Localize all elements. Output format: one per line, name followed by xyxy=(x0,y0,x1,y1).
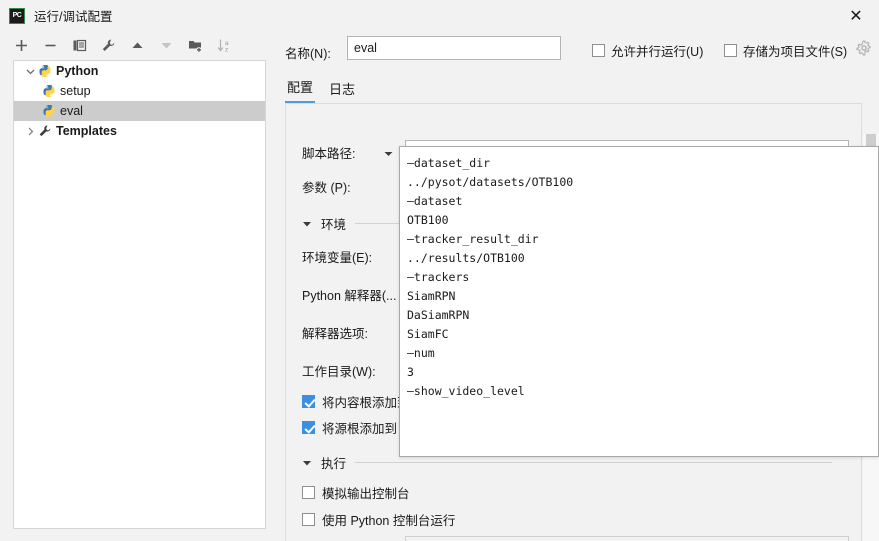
run-with-python-console-label: 使用 Python 控制台运行 xyxy=(322,514,456,528)
working-directory-label: 工作目录(W): xyxy=(302,365,376,379)
svg-text:z: z xyxy=(225,47,228,54)
parameters-label: 参数 (P): xyxy=(302,181,351,195)
edit-templates-wrench-icon[interactable] xyxy=(100,37,117,54)
pycharm-icon: PC xyxy=(9,7,25,24)
python-icon xyxy=(39,65,51,77)
tree-node-python[interactable]: Python xyxy=(14,61,265,81)
script-path-label: 脚本路径: xyxy=(302,147,356,161)
popup-line[interactable]: —num xyxy=(407,344,878,363)
configurations-toolbar: a z xyxy=(0,31,279,60)
tree-node-label: Python xyxy=(56,64,99,78)
popup-line[interactable]: —trackers xyxy=(407,268,878,287)
interpreter-options-label: 解释器选项: xyxy=(302,327,368,341)
popup-line[interactable]: OTB100 xyxy=(407,211,878,230)
run-with-python-console-checkbox[interactable]: 使用 Python 控制台运行 xyxy=(302,510,455,529)
pycharm-icon-text: PC xyxy=(12,12,22,19)
popup-line[interactable]: —dataset xyxy=(407,192,878,211)
allow-parallel-run-label: 允许并行运行(U) xyxy=(611,45,704,59)
popup-line[interactable]: 3 xyxy=(407,363,878,382)
close-icon[interactable]: ✕ xyxy=(833,0,879,31)
tab-logs[interactable]: 日志 xyxy=(327,79,357,103)
sort-configurations-button[interactable]: a z xyxy=(216,37,233,54)
collapse-triangle-icon[interactable] xyxy=(302,458,312,468)
popup-line[interactable]: —dataset_dir xyxy=(407,154,878,173)
environment-section-label: 环境 xyxy=(321,218,347,232)
add-configuration-button[interactable] xyxy=(13,37,30,54)
store-as-project-file-checkbox[interactable]: 存储为项目文件(S) xyxy=(724,41,847,60)
add-content-roots-label: 将内容根添加到 xyxy=(322,396,410,410)
wrench-icon xyxy=(39,125,51,137)
popup-line[interactable]: ../pysot/datasets/OTB100 xyxy=(407,173,878,192)
script-path-dropdown-icon[interactable] xyxy=(381,146,395,160)
checkbox-box[interactable] xyxy=(302,486,315,499)
checkbox-box[interactable] xyxy=(302,421,315,434)
allow-parallel-run-checkbox[interactable]: 允许并行运行(U) xyxy=(592,41,703,60)
tree-node-label: setup xyxy=(60,84,91,98)
python-icon xyxy=(43,85,55,97)
tree-node-templates[interactable]: Templates xyxy=(14,121,265,141)
gear-icon[interactable] xyxy=(856,40,872,56)
tree-node-label: Templates xyxy=(56,124,117,138)
tree-node-eval[interactable]: eval xyxy=(14,101,265,121)
emulate-terminal-label: 模拟输出控制台 xyxy=(322,487,410,501)
add-source-roots-label: 将源根添加到 P xyxy=(322,422,409,436)
move-up-button[interactable] xyxy=(129,37,146,54)
redirect-input-field[interactable] xyxy=(405,536,849,541)
remove-configuration-button[interactable] xyxy=(42,37,59,54)
tree-node-label: eval xyxy=(60,104,83,118)
configurations-tree[interactable]: Python setup eval Templates xyxy=(13,60,266,529)
checkbox-box[interactable] xyxy=(724,44,737,57)
store-as-project-file-label: 存储为项目文件(S) xyxy=(743,45,848,59)
editor-tabs: 配置 日志 xyxy=(285,75,357,103)
new-folder-button[interactable] xyxy=(187,37,204,54)
name-label: 名称(N): xyxy=(285,46,331,61)
tab-configuration[interactable]: 配置 xyxy=(285,77,316,103)
run-debug-configurations-dialog: PC 运行/调试配置 ✕ a z Python setup eval Templ… xyxy=(0,0,879,541)
add-content-roots-checkbox[interactable]: 将内容根添加到 xyxy=(302,392,410,411)
name-input[interactable] xyxy=(347,36,561,60)
python-icon xyxy=(43,105,55,117)
popup-line[interactable]: SiamRPN xyxy=(407,287,878,306)
execution-section-label: 执行 xyxy=(321,457,347,471)
section-rule xyxy=(355,462,832,463)
emulate-terminal-checkbox[interactable]: 模拟输出控制台 xyxy=(302,483,410,502)
python-interpreter-label: Python 解释器(... xyxy=(302,289,397,303)
configurations-pane: a z Python setup eval Templates xyxy=(0,31,279,541)
tree-node-setup[interactable]: setup xyxy=(14,81,265,101)
window-title: 运行/调试配置 xyxy=(34,10,113,24)
checkbox-box[interactable] xyxy=(302,513,315,526)
chevron-right-icon[interactable] xyxy=(22,127,38,136)
checkbox-box[interactable] xyxy=(592,44,605,57)
popup-line[interactable]: SiamFC xyxy=(407,325,878,344)
checkbox-box[interactable] xyxy=(302,395,315,408)
popup-line[interactable]: ../results/OTB100 xyxy=(407,249,878,268)
add-source-roots-checkbox[interactable]: 将源根添加到 P xyxy=(302,418,409,437)
chevron-down-icon[interactable] xyxy=(22,67,38,76)
copy-configuration-button[interactable] xyxy=(71,37,88,54)
title-bar: PC 运行/调试配置 ✕ xyxy=(0,0,879,31)
collapse-triangle-icon[interactable] xyxy=(302,219,312,229)
move-down-button[interactable] xyxy=(158,37,175,54)
popup-line[interactable]: —tracker_result_dir xyxy=(407,230,878,249)
parameters-autocomplete-popup[interactable]: —dataset_dir ../pysot/datasets/OTB100 —d… xyxy=(399,146,879,457)
popup-line[interactable]: DaSiamRPN xyxy=(407,306,878,325)
popup-line[interactable]: —show_video_level xyxy=(407,382,878,401)
environment-variables-label: 环境变量(E): xyxy=(302,251,373,265)
